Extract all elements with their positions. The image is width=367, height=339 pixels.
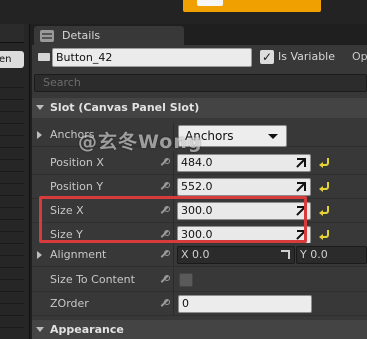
- alignment-x-value: X 0.0: [181, 248, 210, 261]
- column-divider[interactable]: [173, 175, 174, 199]
- binding-icon[interactable]: [160, 206, 170, 215]
- is-variable-label: Is Variable: [278, 50, 336, 63]
- size-x-row: Size X 300.0: [32, 199, 367, 223]
- toolbar-orange-button[interactable]: [183, 0, 321, 12]
- size-to-content-row: Size To Content: [32, 268, 367, 292]
- expand-corner-icon: [297, 206, 306, 215]
- collapse-arrow-icon: [36, 104, 44, 110]
- position-x-value: 484.0: [181, 156, 213, 169]
- position-y-label: Position Y: [50, 180, 104, 193]
- expand-arrow-icon[interactable]: [37, 251, 42, 259]
- position-x-label: Position X: [50, 156, 104, 169]
- column-divider[interactable]: [173, 151, 174, 175]
- binding-icon[interactable]: [160, 275, 170, 284]
- zorder-input[interactable]: 0: [178, 295, 312, 313]
- zorder-row: ZOrder 0: [32, 292, 367, 316]
- appearance-section-header[interactable]: Appearance: [32, 320, 367, 339]
- binding-icon[interactable]: [160, 230, 170, 239]
- position-x-input[interactable]: 484.0: [177, 154, 311, 172]
- binding-icon[interactable]: [160, 158, 170, 167]
- slot-section-header[interactable]: Slot (Canvas Panel Slot): [32, 98, 367, 118]
- zorder-label: ZOrder: [50, 297, 89, 310]
- size-y-value: 300.0: [181, 228, 213, 241]
- size-x-label: Size X: [50, 204, 84, 217]
- appearance-section-title: Appearance: [50, 323, 124, 336]
- binding-icon[interactable]: [160, 299, 170, 308]
- toolbar-button-icon: [197, 0, 223, 6]
- widget-name-row: Button_42 ✓ Is Variable Op: [32, 45, 367, 71]
- expand-corner-icon: [281, 250, 290, 259]
- alignment-label: Alignment: [50, 248, 107, 261]
- widget-name-input[interactable]: Button_42: [52, 48, 252, 67]
- widget-type-icon: [38, 53, 50, 61]
- chevron-down-icon: [268, 134, 278, 139]
- alignment-x-input[interactable]: X 0.0: [177, 246, 295, 264]
- reset-to-default-icon[interactable]: [319, 157, 329, 168]
- size-x-input[interactable]: 300.0: [177, 202, 311, 220]
- position-y-value: 552.0: [181, 180, 213, 193]
- anchors-dropdown-value: Anchors: [185, 129, 234, 143]
- left-panel: en: [0, 24, 30, 339]
- anchors-dropdown[interactable]: Anchors: [178, 125, 287, 147]
- size-x-value: 300.0: [181, 204, 213, 217]
- position-y-row: Position Y 552.0: [32, 175, 367, 199]
- size-to-content-label: Size To Content: [50, 273, 135, 286]
- top-toolbar-strip: [0, 0, 367, 24]
- left-panel-list: [0, 76, 24, 339]
- options-label[interactable]: Op: [352, 50, 367, 64]
- left-panel-header: [0, 24, 24, 43]
- size-y-input[interactable]: 300.0: [177, 226, 311, 244]
- tab-details-label: Details: [62, 29, 101, 42]
- details-panel: Details Button_42 ✓ Is Variable Op Searc…: [32, 24, 367, 339]
- expand-corner-icon: [297, 158, 306, 167]
- alignment-row: Alignment X 0.0 Y 0.0: [32, 243, 367, 267]
- expand-corner-icon: [297, 230, 306, 239]
- collapse-arrow-icon: [36, 326, 44, 332]
- reset-to-default-icon[interactable]: [319, 205, 329, 216]
- anchors-row: Anchors Anchors: [32, 123, 367, 147]
- binding-icon[interactable]: [160, 182, 170, 191]
- search-input[interactable]: Search: [34, 74, 367, 92]
- is-variable-checkbox[interactable]: ✓: [260, 50, 274, 64]
- left-panel-dropdown[interactable]: en: [0, 51, 24, 68]
- column-divider[interactable]: [173, 123, 174, 147]
- tab-details[interactable]: Details: [34, 26, 184, 45]
- column-divider[interactable]: [173, 292, 174, 316]
- reset-to-default-icon[interactable]: [319, 229, 329, 240]
- slot-section-title: Slot (Canvas Panel Slot): [50, 101, 200, 114]
- column-divider[interactable]: [173, 199, 174, 223]
- column-divider[interactable]: [173, 243, 174, 267]
- alignment-y-input[interactable]: Y 0.0: [296, 246, 367, 264]
- binding-icon[interactable]: [160, 250, 170, 259]
- expand-arrow-icon[interactable]: [37, 131, 42, 139]
- tab-bar: Details: [32, 24, 367, 45]
- anchors-label: Anchors: [50, 128, 95, 141]
- details-icon: [40, 29, 54, 42]
- column-divider[interactable]: [173, 268, 174, 292]
- position-y-input[interactable]: 552.0: [177, 178, 311, 196]
- position-x-row: Position X 484.0: [32, 151, 367, 175]
- size-to-content-checkbox[interactable]: [179, 273, 193, 287]
- expand-corner-icon: [297, 182, 306, 191]
- reset-to-default-icon[interactable]: [319, 181, 329, 192]
